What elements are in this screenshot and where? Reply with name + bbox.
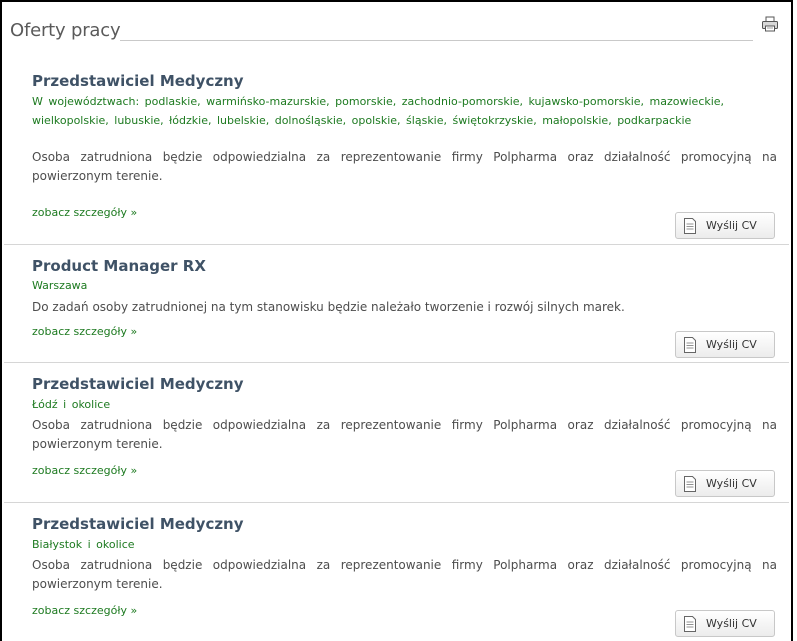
document-icon	[684, 616, 696, 632]
job-title[interactable]: Product Manager RX	[32, 257, 206, 275]
job-offer-item: Product Manager RX Warszawa Do zadań oso…	[4, 245, 789, 363]
job-offer-item: Przedstawiciel Medyczny W województwach:…	[4, 62, 789, 245]
send-cv-button[interactable]: Wyślij CV	[675, 212, 775, 239]
job-offer-item: Przedstawiciel Medyczny Białystok i okol…	[4, 503, 789, 641]
send-cv-button[interactable]: Wyślij CV	[675, 470, 775, 497]
details-link[interactable]: zobacz szczegóły »	[32, 464, 137, 477]
job-title[interactable]: Przedstawiciel Medyczny	[32, 72, 244, 90]
send-cv-button[interactable]: Wyślij CV	[675, 331, 775, 358]
job-description: Osoba zatrudniona będzie odpowiedzialna …	[32, 150, 777, 183]
page-title: Oferty pracy	[10, 20, 129, 41]
job-location: Białystok i okolice	[32, 538, 135, 551]
job-title[interactable]: Przedstawiciel Medyczny	[32, 515, 244, 533]
printer-icon[interactable]	[761, 16, 779, 32]
header-divider	[120, 40, 753, 41]
details-link[interactable]: zobacz szczegóły »	[32, 206, 137, 219]
document-icon	[684, 337, 696, 353]
document-icon	[684, 218, 696, 234]
job-description: Osoba zatrudniona będzie odpowiedzialna …	[32, 558, 777, 591]
job-offers-panel: Oferty pracy Przedstawiciel Medyczny W w…	[0, 0, 793, 641]
job-offer-item: Przedstawiciel Medyczny Łódź i okolice O…	[4, 363, 789, 503]
send-cv-label: Wyślij CV	[706, 338, 757, 351]
panel-header: Oferty pracy	[10, 16, 783, 46]
job-location: Łódź i okolice	[32, 398, 111, 411]
job-title[interactable]: Przedstawiciel Medyczny	[32, 375, 244, 393]
send-cv-label: Wyślij CV	[706, 219, 757, 232]
details-link[interactable]: zobacz szczegóły »	[32, 325, 137, 338]
job-location: W województwach: podlaskie, warmińsko-ma…	[32, 95, 725, 127]
send-cv-button[interactable]: Wyślij CV	[675, 610, 775, 637]
document-icon	[684, 476, 696, 492]
details-link[interactable]: zobacz szczegóły »	[32, 604, 137, 617]
job-description: Do zadań osoby zatrudnionej na tym stano…	[32, 300, 625, 314]
job-description: Osoba zatrudniona będzie odpowiedzialna …	[32, 418, 777, 451]
send-cv-label: Wyślij CV	[706, 477, 757, 490]
send-cv-label: Wyślij CV	[706, 617, 757, 630]
job-location: Warszawa	[32, 279, 88, 292]
